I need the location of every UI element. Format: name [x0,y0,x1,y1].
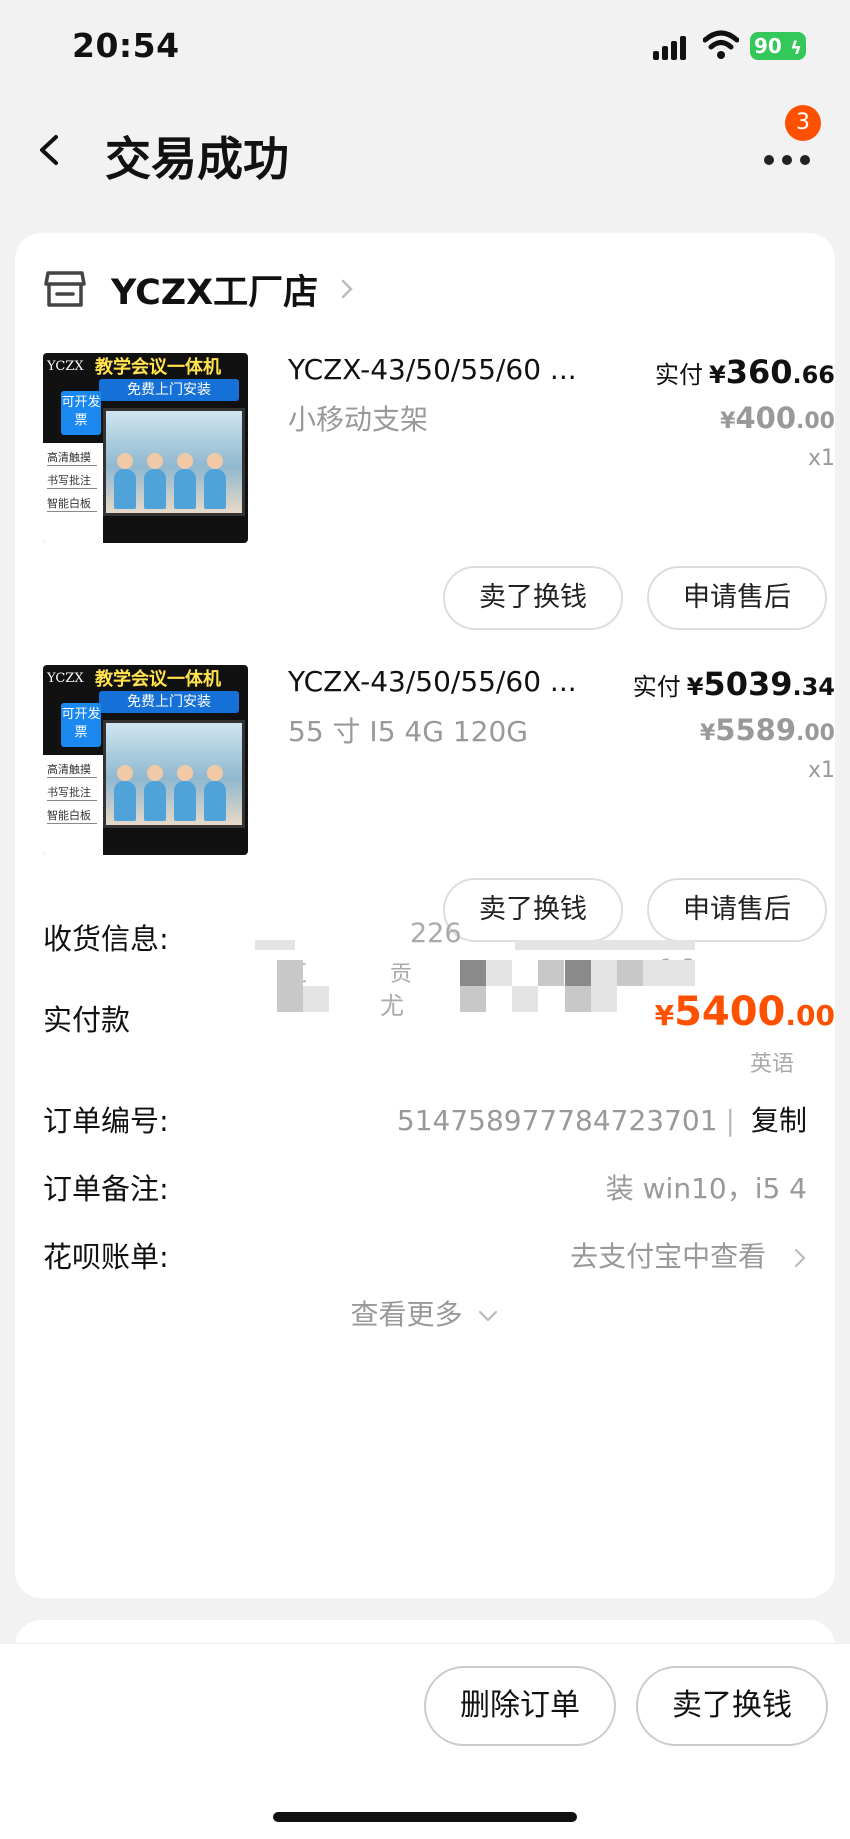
see-more-label: 查看更多 [350,1298,463,1331]
page-title: 交易成功 [105,132,289,186]
thumb-logo: YCZX [47,671,84,686]
paid-decimal: .34 [792,673,835,701]
order-card: YCZX工厂店 YCZX 教学会议一体机 免费上门安装 可开发票 高清触摸 书写… [15,233,835,1598]
paid-decimal: .66 [792,361,835,389]
see-more-button[interactable]: 查看更多 [15,1293,835,1333]
huabei-link[interactable]: 去支付宝中查看 [570,1235,807,1275]
product-title[interactable]: YCZX-43/50/55/60 ... [288,353,608,386]
paid-label: 实付 [632,673,681,701]
order-number-label: 订单编号: [43,1104,169,1138]
order-number-row: 514758977784723701 | 复制 [397,1099,807,1139]
address-fragment: 贡 [390,962,413,987]
thumb-feature: 书写批注 [47,784,97,801]
order-number: 514758977784723701 [396,1104,718,1137]
thumb-feature: 智能白板 [47,807,97,824]
sell-button[interactable]: 卖了换钱 [636,1666,828,1746]
original-integer: 400 [735,401,797,435]
thumb-feature: 书写批注 [47,472,97,489]
separator: | [725,1104,735,1137]
currency-symbol: ¥ [686,673,704,701]
paid-price: 实付 ¥5039.34 [633,665,835,703]
shipping-label: 收货信息: [43,922,169,956]
paid-integer: 360 [725,353,793,391]
quantity: x1 [807,758,835,783]
nav-header: 交易成功 [0,95,850,205]
battery-icon: 90 ϟ [750,32,806,60]
huabei-label: 花呗账单: [43,1240,169,1274]
status-time: 20:54 [72,26,180,65]
sell-button[interactable]: 卖了换钱 [443,566,623,630]
currency-symbol: ¥ [720,409,736,434]
paid-integer: 5039 [703,665,793,703]
thumb-tag: 可开发票 [61,703,101,747]
address-fragment: 尤 [380,992,404,1020]
shop-name: YCZX工厂店 [111,272,319,313]
address-fragment: 英语 [750,1052,795,1077]
more-options-button[interactable] [762,135,812,175]
after-sale-button[interactable]: 申请售后 [647,566,827,630]
chevron-right-icon [341,279,353,299]
thumb-tag: 可开发票 [61,391,101,435]
order-remark: 装 win10，i5 4 [605,1172,807,1205]
back-button[interactable] [30,125,70,175]
thumb-screen-image [103,720,245,828]
original-integer: 5589 [715,713,797,747]
original-price: ¥5589.00 [700,713,835,747]
product-item[interactable]: YCZX 教学会议一体机 免费上门安装 可开发票 高清触摸 书写批注 智能白板 … [43,353,835,658]
delete-order-button[interactable]: 删除订单 [424,1666,616,1746]
copy-order-number-button[interactable]: 复制 [751,1104,807,1137]
paid-price: 实付 ¥360.66 [655,353,835,391]
product-thumbnail[interactable]: YCZX 教学会议一体机 免费上门安装 可开发票 高清触摸 书写批注 智能白板 [43,353,248,543]
currency-symbol: ¥ [708,361,726,389]
thumb-features: 高清触摸 书写批注 智能白板 [43,443,103,543]
currency-symbol: ¥ [699,721,716,746]
thumb-logo: YCZX [47,359,84,374]
status-bar: 20:54 90 ϟ [0,0,850,95]
bottom-action-bar: 删除订单 卖了换钱 [0,1643,850,1839]
shop-row[interactable]: YCZX工厂店 [43,263,356,315]
shipping-address-redacted: 226 区 贡 1 8 尤 英语 [255,918,815,1128]
original-decimal: .00 [796,721,835,746]
thumb-feature: 高清触摸 [47,761,97,778]
original-decimal: .00 [796,409,835,434]
signal-icon [653,36,689,60]
order-remark-label: 订单备注: [43,1172,169,1206]
store-icon [44,271,86,307]
thumb-feature: 智能白板 [47,495,97,512]
product-spec: 小移动支架 [288,403,429,436]
address-fragment: 226 [410,918,462,949]
thumb-feature: 高清触摸 [47,449,97,466]
thumb-banner: 教学会议一体机 [95,357,221,378]
thumb-banner: 教学会议一体机 [95,669,221,690]
thumb-screen-image [103,408,245,516]
thumb-sub-banner: 免费上门安装 [99,379,239,401]
product-title[interactable]: YCZX-43/50/55/60 ... [288,665,608,698]
notification-badge: 3 [785,105,821,141]
chevron-right-icon [794,1248,806,1268]
quantity: x1 [807,446,835,471]
product-spec: 55 寸 I5 4G 120G [288,715,528,748]
thumb-sub-banner: 免费上门安装 [99,691,239,713]
original-price: ¥400.00 [720,401,835,435]
product-thumbnail[interactable]: YCZX 教学会议一体机 免费上门安装 可开发票 高清触摸 书写批注 智能白板 [43,665,248,855]
battery-level: 90 [754,34,782,58]
huabei-link-text: 去支付宝中查看 [570,1240,767,1273]
total-label: 实付款 [43,1003,131,1037]
wifi-icon [703,30,739,59]
home-indicator[interactable] [273,1812,577,1822]
charging-bolt-icon: ϟ [790,38,802,59]
thumb-features: 高清触摸 书写批注 智能白板 [43,755,103,855]
paid-label: 实付 [654,361,703,389]
chevron-down-icon [479,1310,498,1322]
